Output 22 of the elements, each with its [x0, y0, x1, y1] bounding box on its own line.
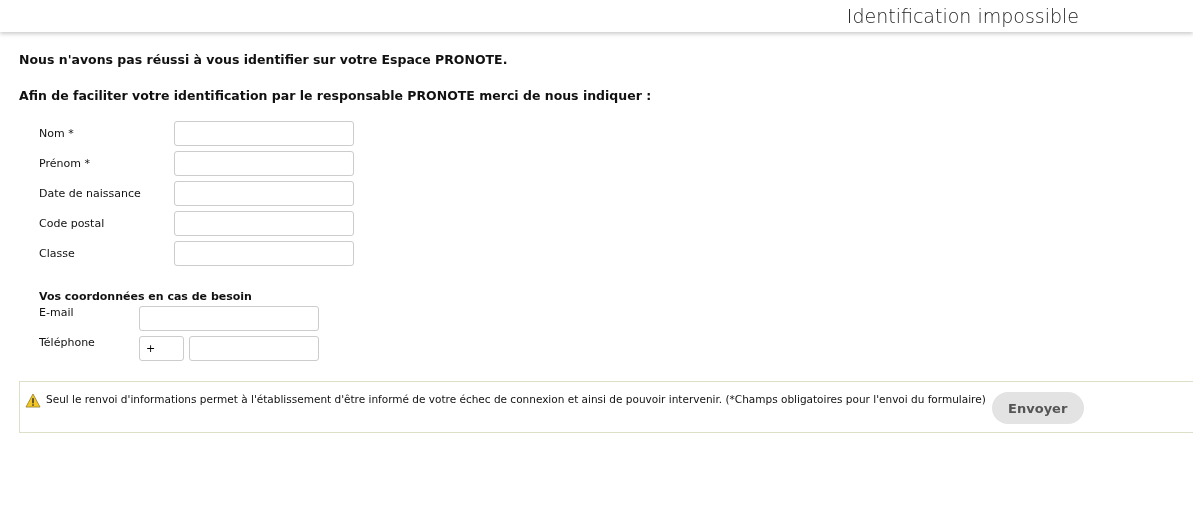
error-message: Nous n'avons pas réussi à vous identifier sur votre Espace PRONOTE.	[19, 52, 509, 67]
warning-icon	[25, 393, 41, 408]
field-label: Prénom *	[39, 156, 91, 170]
field-label: Classe	[39, 246, 76, 260]
input-field[interactable]	[174, 181, 354, 206]
input-field[interactable]	[174, 241, 354, 266]
prefix-field[interactable]: +	[139, 336, 184, 361]
send-button[interactable]: Envoyer	[991, 392, 1084, 424]
page-title: Identification impossible	[846, 5, 1079, 27]
input-field[interactable]	[174, 211, 354, 236]
field-label: Code postal	[39, 216, 106, 230]
phone-field[interactable]	[189, 336, 319, 361]
instruction-text: Afin de faciliter votre identification par le responsable PRONOTE merci de nous indiquer :	[19, 88, 653, 103]
field-label: Date de naissance	[39, 186, 142, 200]
input-field[interactable]	[174, 121, 354, 146]
notice-text: Seul le renvoi d'informations permet à l'établissement d'être informé de votre échec de connexion et ainsi de pouvoir intervenir. (*Champs obligatoires pour l'envoi du formulaire)	[46, 392, 986, 405]
input-field[interactable]	[174, 151, 354, 176]
input-field[interactable]	[139, 306, 319, 331]
section-heading: Vos coordonnées en cas de besoin	[39, 290, 253, 303]
field-label: Téléphone	[39, 336, 96, 351]
field-label: Nom *	[39, 126, 75, 140]
field-label: E-mail	[39, 306, 75, 321]
